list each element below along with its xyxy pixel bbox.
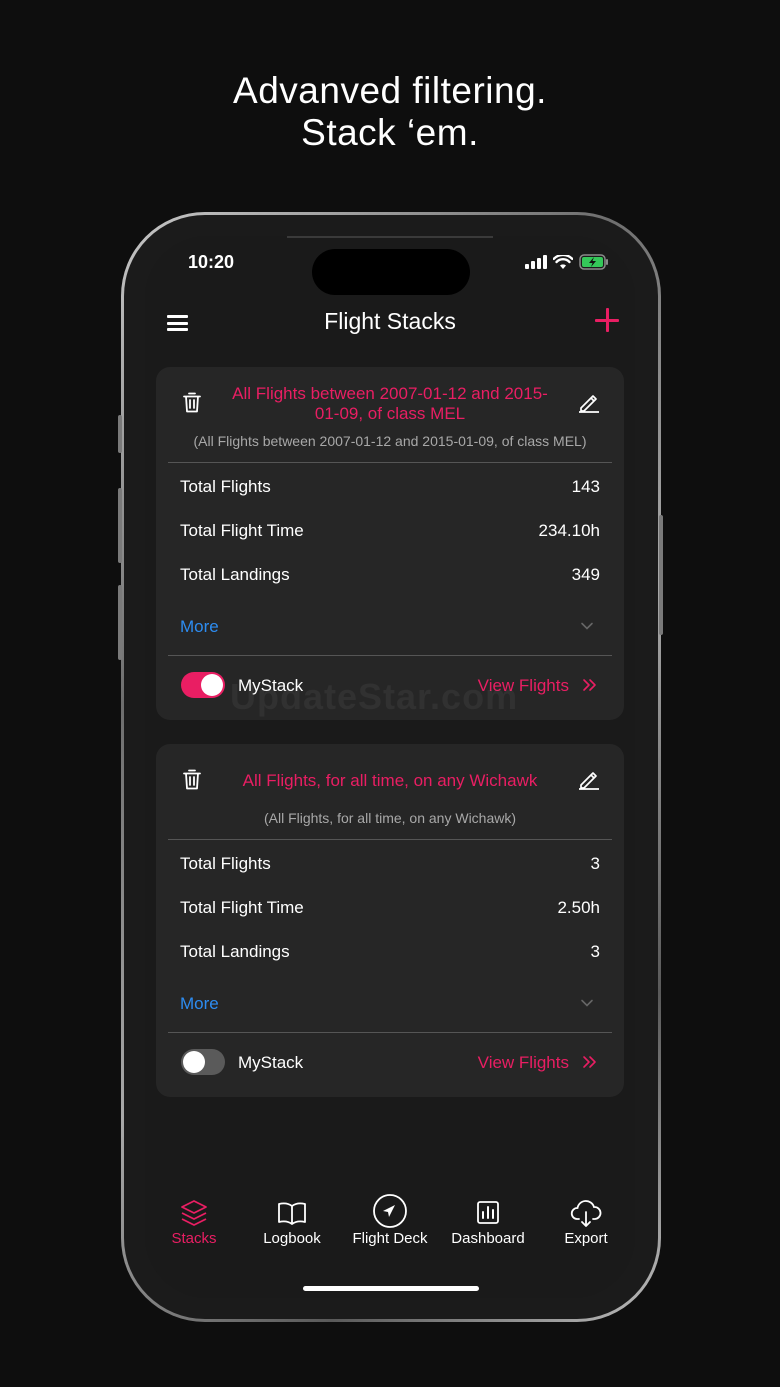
plane-compass-icon — [373, 1194, 407, 1228]
stat-row: Total Flights 143 — [180, 477, 600, 497]
status-icons — [525, 254, 609, 270]
stat-label: Total Flight Time — [180, 898, 304, 917]
tab-label: Logbook — [263, 1230, 321, 1247]
stat-row: Total Landings 349 — [180, 565, 600, 585]
stat-label: Total Flight Time — [180, 521, 304, 540]
tab-label: Export — [564, 1230, 608, 1247]
edit-pencil-icon[interactable] — [578, 391, 600, 413]
stack-card: All Flights between 2007-01-12 and 2015-… — [156, 367, 624, 720]
tab-label: Flight Deck — [352, 1230, 428, 1247]
stat-value: 3 — [590, 854, 600, 873]
tab-label: Stacks — [171, 1230, 217, 1247]
divider — [168, 1032, 612, 1033]
more-link[interactable]: More — [180, 617, 219, 637]
stat-value: 2.50h — [557, 898, 600, 917]
tab-bar: Stacks Logbook Flight Deck Dashboard Exp… — [145, 1194, 635, 1258]
chevron-down-icon[interactable] — [580, 996, 594, 1010]
promo-headline: Advanved filtering. Stack ‘em. — [0, 70, 780, 154]
stack-title: All Flights, for all time, on any Wichaw… — [242, 771, 538, 790]
chevron-down-icon[interactable] — [580, 619, 594, 633]
stat-row: Total Landings 3 — [180, 942, 600, 962]
tab-stacks[interactable]: Stacks — [145, 1198, 243, 1247]
home-indicator — [303, 1286, 479, 1291]
stat-value: 143 — [571, 477, 600, 496]
phone-volume-down — [118, 585, 122, 660]
stat-value: 3 — [590, 942, 600, 961]
phone-volume-up — [118, 488, 122, 563]
divider — [168, 462, 612, 463]
page-title: Flight Stacks — [324, 308, 456, 334]
stat-label: Total Flights — [180, 477, 271, 496]
stacks-icon — [181, 1200, 207, 1226]
more-link[interactable]: More — [180, 994, 219, 1014]
trash-icon[interactable] — [183, 392, 201, 413]
tab-export[interactable]: Export — [537, 1198, 635, 1247]
toggle-knob — [201, 674, 223, 696]
tab-logbook[interactable]: Logbook — [243, 1198, 341, 1247]
tab-flight-deck[interactable]: Flight Deck — [341, 1194, 439, 1247]
divider — [168, 839, 612, 840]
trash-icon[interactable] — [183, 769, 201, 790]
headline-line-1: Advanved filtering. — [233, 70, 547, 111]
wifi-icon — [553, 255, 573, 269]
tab-dashboard[interactable]: Dashboard — [439, 1198, 537, 1247]
stat-label: Total Flights — [180, 854, 271, 873]
stack-subtitle: (All Flights between 2007-01-12 and 2015… — [193, 433, 587, 449]
mystack-label: MyStack — [238, 1053, 304, 1072]
book-icon — [278, 1202, 306, 1225]
tab-label: Dashboard — [451, 1230, 525, 1247]
phone-action-button — [118, 415, 122, 453]
stat-label: Total Landings — [180, 942, 290, 961]
stat-row: Total Flights 3 — [180, 854, 600, 874]
edit-pencil-icon[interactable] — [578, 768, 600, 790]
add-stack-button[interactable] — [595, 308, 619, 332]
divider — [168, 655, 612, 656]
bar-chart-icon — [477, 1201, 499, 1224]
cloud-download-icon — [570, 1200, 602, 1227]
mystack-toggle[interactable] — [181, 672, 225, 698]
stack-title: All Flights between 2007-01-12 and 2015-… — [232, 384, 548, 423]
app-screen: 10:20 Flight Stacks All Flights between … — [145, 236, 635, 1298]
speaker-grille — [287, 236, 493, 238]
view-flights-link[interactable]: View Flights — [478, 1053, 569, 1073]
signal-icon — [525, 255, 547, 269]
dynamic-island — [312, 249, 470, 295]
mystack-toggle[interactable] — [181, 1049, 225, 1075]
stat-value: 234.10h — [538, 521, 600, 540]
status-time: 10:20 — [188, 252, 235, 272]
stat-row: Total Flight Time 2.50h — [180, 898, 600, 918]
stat-label: Total Landings — [180, 565, 290, 584]
nav-bar: Flight Stacks — [145, 302, 635, 342]
battery-charging-icon — [579, 254, 608, 270]
stat-value: 349 — [571, 565, 600, 584]
headline-line-2: Stack ‘em. — [301, 112, 479, 153]
toggle-knob — [183, 1051, 205, 1073]
double-chevron-right-icon[interactable] — [582, 678, 598, 692]
stack-card: All Flights, for all time, on any Wichaw… — [156, 744, 624, 1097]
stat-row: Total Flight Time 234.10h — [180, 521, 600, 541]
stack-subtitle: (All Flights, for all time, on any Wicha… — [263, 810, 517, 826]
watermark-text: UpdateStar.com — [230, 676, 519, 717]
double-chevron-right-icon[interactable] — [582, 1055, 598, 1069]
phone-power-button — [659, 515, 663, 635]
